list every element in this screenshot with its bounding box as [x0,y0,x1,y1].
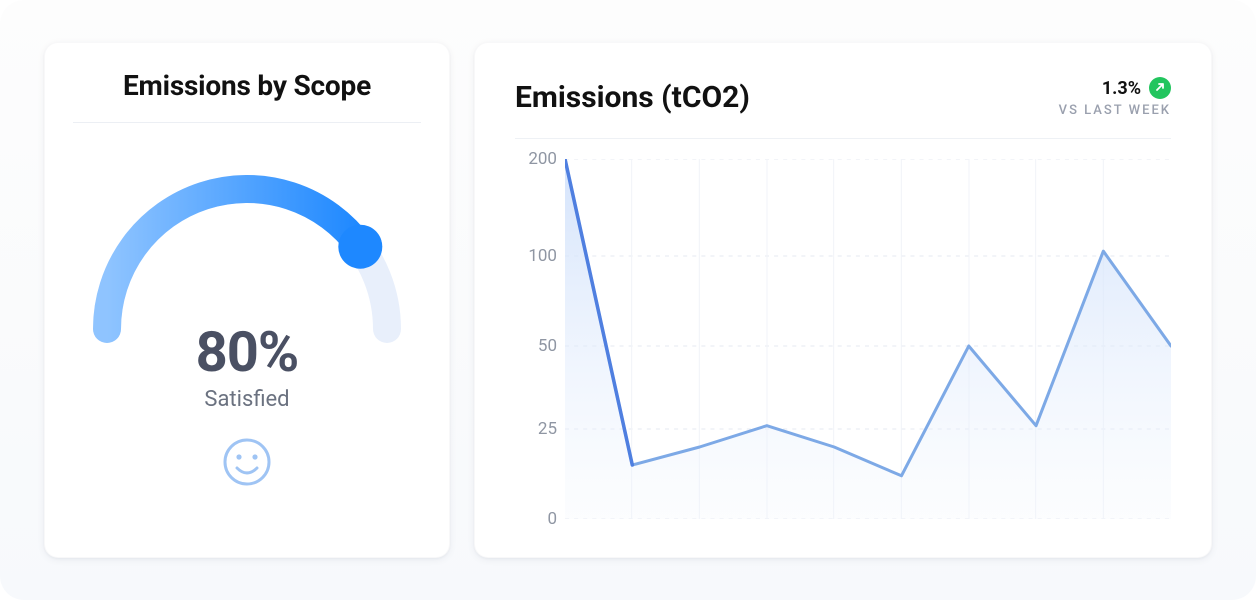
emissions-tco2-title: Emissions (tCO2) [515,80,750,115]
y-tick: 0 [547,509,557,529]
y-axis: 200 100 50 25 0 [515,159,565,519]
line-chart: 200 100 50 25 0 [515,159,1171,537]
gauge-label: Satisfied [204,387,289,412]
y-tick: 100 [528,246,557,266]
emissions-scope-title: Emissions by Scope [123,69,371,102]
y-tick: 25 [538,419,557,439]
arrow-up-icon [1149,77,1171,99]
trend-block: 1.3% VS LAST WEEK [1059,77,1171,118]
chart-header: Emissions (tCO2) 1.3% VS LAST WEEK [515,77,1171,118]
y-tick: 50 [538,336,557,356]
gauge-chart [77,149,417,349]
plot-area [565,159,1171,519]
smiley-icon [221,436,273,492]
emissions-scope-card: Emissions by Scope 80% Sa [44,42,450,558]
emissions-tco2-card: Emissions (tCO2) 1.3% VS LAST WEEK 200 1… [474,42,1212,558]
trend-caption: VS LAST WEEK [1059,103,1171,118]
dashboard-container: Emissions by Scope 80% Sa [0,0,1256,600]
y-tick: 200 [528,149,557,169]
divider [73,122,421,123]
divider [515,138,1171,139]
trend-value: 1.3% [1102,78,1141,99]
